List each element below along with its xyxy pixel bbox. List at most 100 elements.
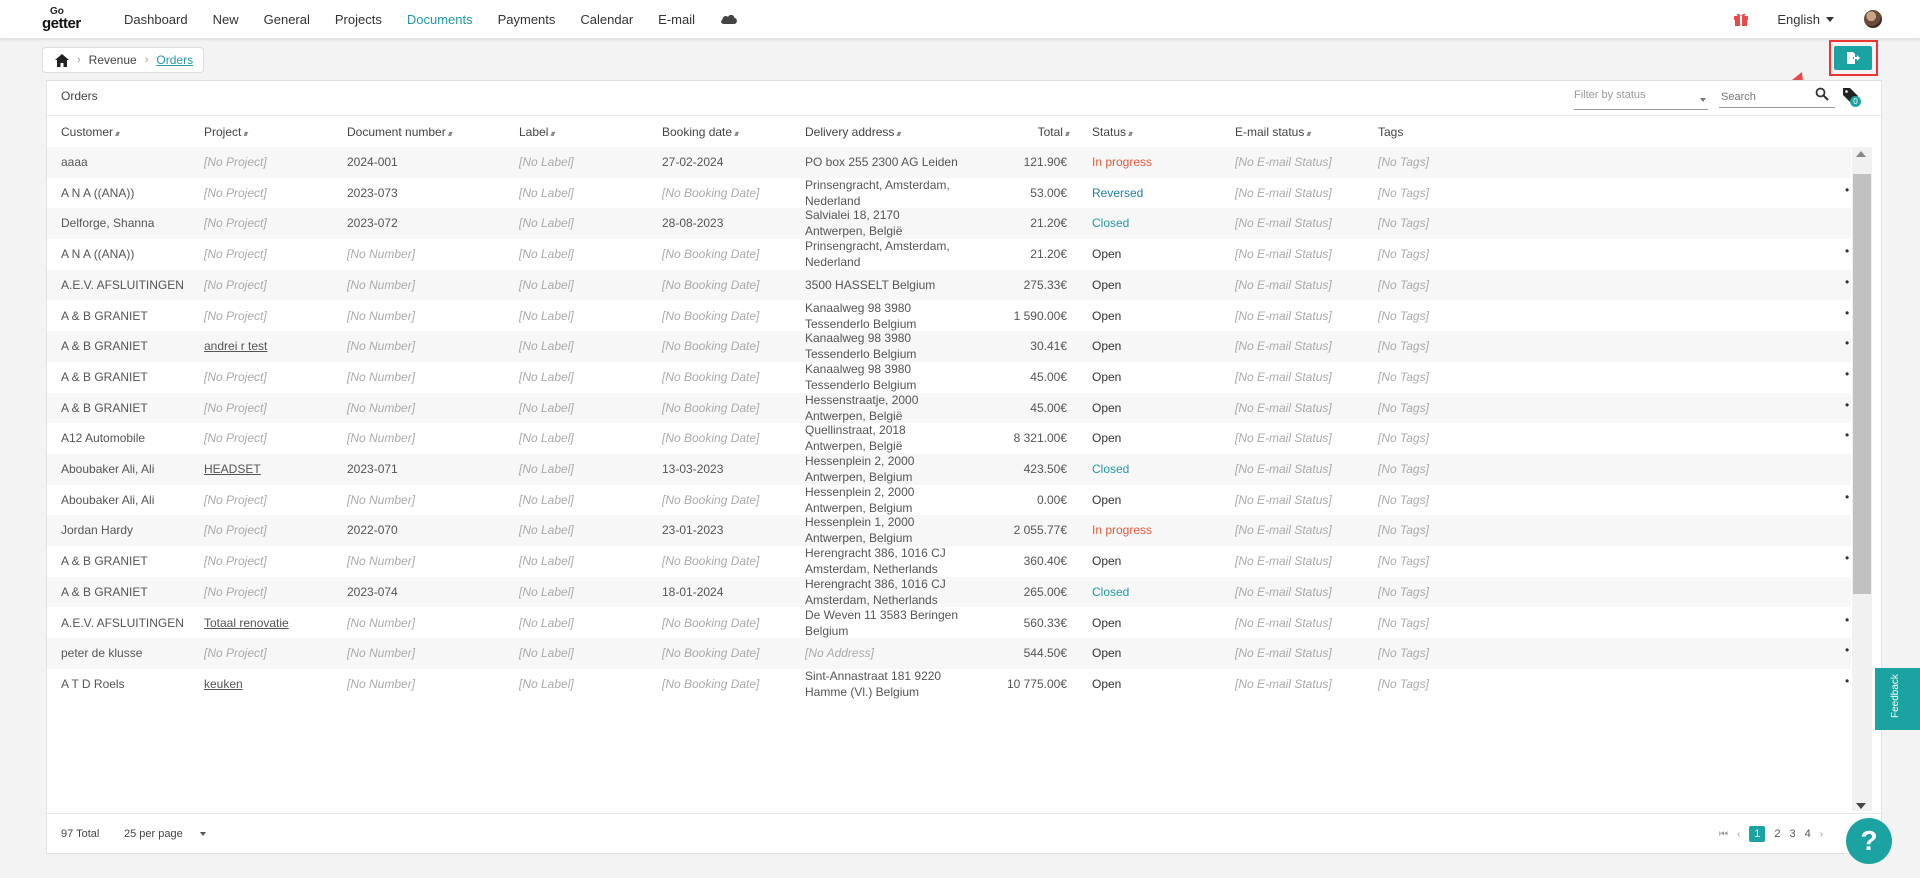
cell-tags: [No Tags]: [1378, 462, 1429, 476]
row-actions-icon[interactable]: •: [1845, 490, 1849, 504]
cell-project[interactable]: HEADSET: [204, 462, 261, 476]
table-row[interactable]: Aboubaker Ali, Ali [No Project] [No Number…: [47, 485, 1851, 516]
feedback-tab[interactable]: Feedback: [1875, 668, 1920, 730]
cell-booking-date: [No Booking Date]: [662, 277, 760, 292]
prev-page-icon[interactable]: ‹: [1737, 829, 1740, 840]
cell-document-number: 2023-074: [347, 584, 398, 599]
gift-icon[interactable]: [1733, 11, 1749, 27]
cell-email-status: [No E-mail Status]: [1235, 369, 1332, 384]
cell-status: In progress: [1092, 155, 1153, 169]
cell-project[interactable]: andrei r test: [204, 339, 267, 353]
per-page-select[interactable]: 25 per page: [124, 828, 206, 840]
cell-status: Open: [1092, 492, 1122, 507]
cell-document-number: [No Number]: [347, 339, 416, 354]
breadcrumb-orders[interactable]: Orders: [156, 53, 193, 67]
column-header-delivery-address[interactable]: Delivery address ▴▾: [805, 125, 901, 139]
cell-status: Closed: [1092, 462, 1130, 476]
column-header-tags[interactable]: Tags: [1378, 125, 1403, 139]
language-label: English: [1777, 11, 1820, 27]
scroll-down-icon[interactable]: [1856, 803, 1866, 809]
table-row[interactable]: A & B GRANIET andrei r test [No Number] [No…: [47, 331, 1851, 362]
column-header-total[interactable]: Total ▴▾: [1007, 125, 1070, 139]
gogetter-logo[interactable]: Go getter: [42, 6, 102, 32]
column-header-customer[interactable]: Customer ▴▾: [61, 125, 120, 139]
breadcrumb-revenue[interactable]: Revenue: [89, 53, 137, 67]
table-row[interactable]: A & B GRANIET [No Project] 2023-074 [No Lab…: [47, 576, 1851, 608]
column-header-booking-date[interactable]: Booking date ▴▾: [662, 125, 739, 139]
first-page-icon[interactable]: ⏮: [1719, 829, 1728, 840]
cell-customer: A & B GRANIET: [61, 400, 148, 415]
row-actions-icon[interactable]: •: [1845, 643, 1849, 657]
next-page-icon[interactable]: ›: [1820, 829, 1823, 840]
column-header-e-mail-status[interactable]: E-mail status ▴▾: [1235, 125, 1311, 139]
cell-customer: Jordan Hardy: [61, 523, 134, 538]
table-row[interactable]: Aboubaker Ali, Ali HEADSET 2023-071 [No Lab…: [47, 454, 1851, 485]
nav-item-calendar[interactable]: Calendar: [580, 12, 633, 27]
avatar[interactable]: [1864, 10, 1882, 28]
cell-email-status: [No E-mail Status]: [1235, 216, 1332, 231]
row-actions-icon[interactable]: •: [1845, 306, 1849, 320]
table-row[interactable]: aaaa [No Project] 2024-001 [No Label] 27-02-…: [47, 147, 1851, 178]
table-row[interactable]: A & B GRANIET [No Project] [No Number] [No …: [47, 301, 1851, 332]
table-row[interactable]: A & B GRANIET [No Project] [No Number] [No …: [47, 392, 1851, 424]
page-1-button[interactable]: 1: [1749, 826, 1766, 842]
column-header-project[interactable]: Project ▴▾: [204, 125, 248, 139]
table-row[interactable]: A & B GRANIET [No Project] [No Number] [No …: [47, 546, 1851, 577]
nav-item-e-mail[interactable]: E-mail: [658, 12, 695, 27]
cell-status: Open: [1092, 247, 1122, 262]
nav-item-payments[interactable]: Payments: [498, 12, 556, 27]
column-header-status[interactable]: Status ▴▾: [1092, 125, 1133, 139]
scroll-up-icon[interactable]: [1856, 151, 1866, 157]
table-row[interactable]: peter de klusse [No Project] [No Number] [N…: [47, 638, 1851, 669]
cell-booking-date: 23-01-2023: [662, 523, 724, 538]
row-actions-icon[interactable]: •: [1845, 551, 1849, 565]
help-button[interactable]: ?: [1846, 818, 1892, 864]
nav-item-general[interactable]: General: [264, 12, 310, 27]
logo-getter: getter: [42, 15, 81, 32]
cell-total: 560.33€: [1023, 615, 1067, 630]
nav-item-dashboard[interactable]: Dashboard: [124, 12, 188, 27]
nav-item-projects[interactable]: Projects: [335, 12, 382, 27]
nav-item-new[interactable]: New: [213, 12, 239, 27]
cell-status: Open: [1092, 339, 1122, 354]
table-row[interactable]: A N A ((ANA)) [No Project] [No Number] [No …: [47, 239, 1851, 270]
scrollbar-thumb[interactable]: [1853, 174, 1871, 594]
row-actions-icon[interactable]: •: [1845, 428, 1849, 442]
status-filter-select[interactable]: Filter by status: [1574, 89, 1708, 110]
row-actions-icon[interactable]: •: [1845, 398, 1849, 412]
table-row[interactable]: A T D Roels keuken [No Number] [No Label] [N…: [47, 669, 1851, 700]
table-row[interactable]: A.E.V. AFSLUITINGEN Totaal renovatie [No N…: [47, 608, 1851, 639]
export-button[interactable]: [1834, 46, 1872, 70]
cell-project[interactable]: keuken: [204, 677, 243, 691]
row-actions-icon[interactable]: •: [1845, 367, 1849, 381]
row-actions-icon[interactable]: •: [1845, 336, 1849, 350]
table-row[interactable]: A & B GRANIET [No Project] [No Number] [No …: [47, 362, 1851, 393]
column-header-label[interactable]: Label ▴▾: [519, 125, 555, 139]
row-actions-icon[interactable]: •: [1845, 183, 1849, 197]
row-actions-icon[interactable]: •: [1845, 275, 1849, 289]
cell-tags: [No Tags]: [1378, 400, 1429, 415]
table-row[interactable]: Jordan Hardy [No Project] 2022-070 [No Labe…: [47, 515, 1851, 547]
cell-booking-date: [No Booking Date]: [662, 400, 760, 415]
page-2-button[interactable]: 2: [1774, 828, 1780, 840]
table-row[interactable]: A12 Automobile [No Project] [No Number] [No…: [47, 423, 1851, 454]
cell-delivery-address-line1: Kanaalweg 98 3980: [805, 300, 912, 315]
row-actions-icon[interactable]: •: [1845, 244, 1849, 258]
table-row[interactable]: A N A ((ANA)) [No Project] 2023-073 [No Lab…: [47, 178, 1851, 209]
language-selector[interactable]: English: [1777, 12, 1834, 27]
row-actions-icon[interactable]: •: [1845, 674, 1849, 688]
cell-delivery-address-line2: Antwerpen, België: [805, 224, 903, 239]
cell-project[interactable]: Totaal renovatie: [204, 616, 289, 630]
page-4-button[interactable]: 4: [1805, 828, 1811, 840]
search-icon[interactable]: [1815, 87, 1829, 101]
cell-tags: [No Tags]: [1378, 615, 1429, 630]
cloud-icon[interactable]: [720, 13, 738, 25]
cell-tags: [No Tags]: [1378, 523, 1429, 538]
column-header-document-number[interactable]: Document number ▴▾: [347, 125, 453, 139]
table-row[interactable]: Delforge, Shanna [No Project] 2023-072 [No …: [47, 208, 1851, 240]
home-icon[interactable]: [55, 53, 69, 67]
table-row[interactable]: A.E.V. AFSLUITINGEN [No Project] [No Numbe…: [47, 269, 1851, 301]
page-3-button[interactable]: 3: [1789, 828, 1795, 840]
row-actions-icon[interactable]: •: [1845, 613, 1849, 627]
nav-item-documents[interactable]: Documents: [407, 12, 473, 27]
